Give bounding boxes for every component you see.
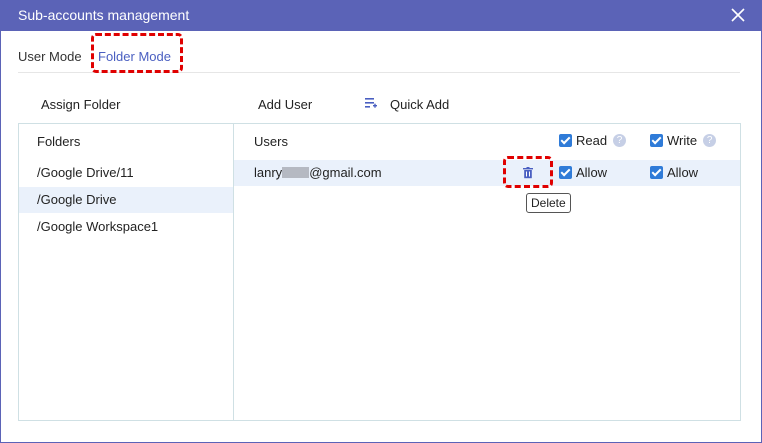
write-allow-checkbox[interactable]: Allow [650, 165, 698, 180]
write-column-toggle[interactable]: Write ? [650, 133, 717, 148]
user-email: lanry @gmail.com [254, 165, 382, 180]
highlight-box-folder-mode [91, 33, 183, 73]
folder-item[interactable]: /Google Workspace1 [19, 214, 233, 240]
help-icon[interactable]: ? [613, 134, 627, 147]
quick-add-icon[interactable] [365, 97, 377, 111]
delete-tooltip: Delete [526, 193, 571, 213]
folder-item-selected[interactable]: /Google Drive [19, 187, 233, 213]
checkbox-checked-icon[interactable] [559, 166, 572, 179]
tab-user-mode[interactable]: User Mode [18, 49, 82, 64]
checkbox-checked-icon[interactable] [650, 166, 663, 179]
add-user-button[interactable]: Add User [258, 97, 312, 112]
help-icon[interactable]: ? [703, 134, 717, 147]
write-label: Write [667, 133, 698, 148]
sub-accounts-dialog: Sub-accounts management User Mode Folder… [0, 0, 762, 443]
quick-add-button[interactable]: Quick Add [390, 97, 449, 112]
read-label: Read [576, 133, 608, 148]
highlight-box-delete [503, 156, 553, 188]
dialog-title: Sub-accounts management [18, 7, 190, 23]
title-bar: Sub-accounts management [1, 1, 761, 31]
mode-tabs: User Mode Folder Mode [18, 33, 740, 73]
users-header: Users [254, 134, 288, 149]
user-row[interactable]: lanry @gmail.com Allow Allow [234, 156, 740, 188]
folder-user-panel: Folders /Google Drive/11 /Google Drive /… [18, 123, 741, 421]
read-column-toggle[interactable]: Read ? [559, 133, 627, 148]
redacted-block [282, 167, 310, 178]
close-icon[interactable] [729, 6, 747, 24]
read-allow-label: Allow [576, 165, 608, 180]
checkbox-checked-icon[interactable] [559, 134, 572, 147]
assign-folder-button[interactable]: Assign Folder [41, 97, 120, 112]
read-allow-checkbox[interactable]: Allow [559, 165, 607, 180]
email-prefix: lanry [254, 165, 283, 180]
write-allow-label: Allow [667, 165, 699, 180]
folders-header: Folders [37, 134, 81, 149]
checkbox-checked-icon[interactable] [650, 134, 663, 147]
folder-item[interactable]: /Google Drive/11 [19, 160, 233, 186]
email-suffix: @gmail.com [309, 165, 382, 180]
